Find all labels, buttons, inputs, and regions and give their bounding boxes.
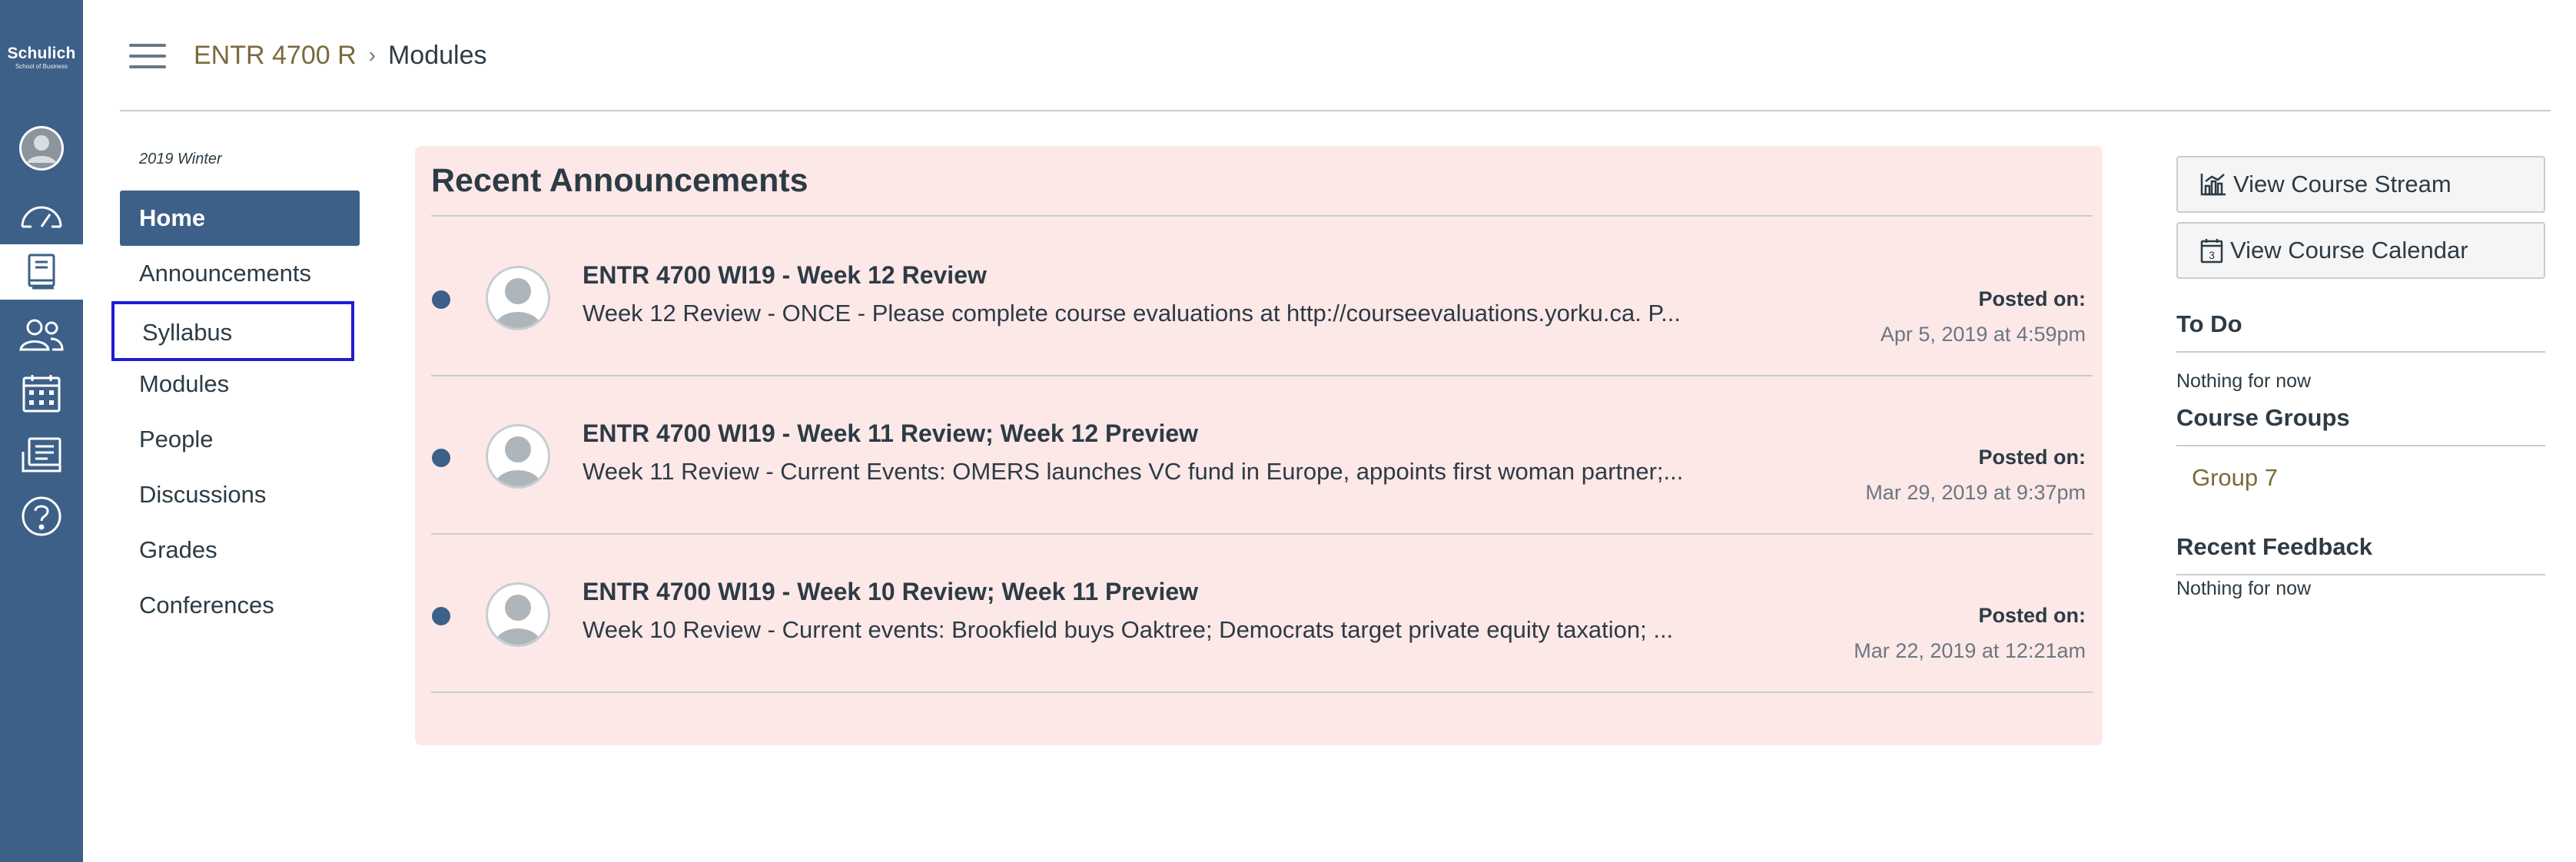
posted-date: Mar 29, 2019 at 9:37pm — [1865, 481, 2086, 504]
global-nav-account[interactable] — [0, 121, 83, 176]
avatar — [486, 424, 550, 489]
global-nav-help[interactable] — [0, 489, 83, 544]
announcement-item[interactable]: ENTR 4700 WI19 - Week 10 Review; Week 11… — [415, 533, 2103, 691]
breadcrumb-current: Modules — [387, 41, 487, 70]
course-nav-syllabus[interactable]: Syllabus — [111, 301, 354, 361]
announcement-item[interactable]: ENTR 4700 WI19 - Week 11 Review; Week 12… — [415, 375, 2103, 533]
announcement-message: Week 11 Review - Current Events: OMERS l… — [583, 458, 1684, 485]
view-course-calendar-label: View Course Calendar — [2230, 237, 2468, 264]
dashboard-icon — [21, 206, 62, 228]
avatar — [486, 582, 550, 647]
course-nav-modules[interactable]: Modules — [120, 356, 360, 412]
course-nav-announcements[interactable]: Announcements — [120, 246, 360, 301]
logo-subtitle: School of Business — [15, 63, 68, 70]
breadcrumb: ENTR 4700 R › Modules — [194, 37, 486, 74]
group-link[interactable]: Group 7 — [2192, 464, 2278, 492]
inbox-icon — [22, 437, 61, 472]
courses-icon — [28, 254, 55, 290]
view-course-stream-button[interactable]: View Course Stream — [2176, 156, 2545, 213]
course-nav-people[interactable]: People — [120, 412, 360, 467]
unread-dot-icon — [432, 449, 450, 467]
calendar-icon: 3 — [2200, 239, 2223, 264]
course-nav-grades[interactable]: Grades — [120, 522, 360, 578]
announcement-title[interactable]: ENTR 4700 WI19 - Week 12 Review — [583, 261, 987, 290]
announcement-divider — [431, 691, 2093, 693]
recent-feedback-heading: Recent Feedback — [2176, 533, 2372, 560]
unread-dot-icon — [432, 290, 450, 309]
announcement-message: Week 10 Review - Current events: Brookfi… — [583, 616, 1674, 643]
global-nav-courses[interactable] — [0, 244, 83, 300]
todo-heading: To Do — [2176, 310, 2242, 337]
announcement-title[interactable]: ENTR 4700 WI19 - Week 10 Review; Week 11… — [583, 578, 1198, 606]
global-nav-inbox[interactable] — [0, 427, 83, 482]
global-nav: Schulich School of Business — [0, 0, 83, 862]
svg-text:3: 3 — [2209, 249, 2215, 261]
view-course-stream-label: View Course Stream — [2233, 171, 2452, 197]
unread-dot-icon — [432, 607, 450, 625]
global-nav-calendar[interactable] — [0, 366, 83, 421]
course-nav-discussions[interactable]: Discussions — [120, 467, 360, 522]
avatar — [486, 266, 550, 330]
announcement-message: Week 12 Review - ONCE - Please complete … — [583, 300, 1681, 327]
recent-feedback-empty-text: Nothing for now — [2176, 578, 2312, 599]
announcement-title[interactable]: ENTR 4700 WI19 - Week 11 Review; Week 12… — [583, 419, 1198, 448]
announcements-heading: Recent Announcements — [431, 162, 808, 199]
course-term: 2019 Winter — [139, 151, 222, 167]
todo-divider — [2176, 351, 2545, 353]
course-nav-home[interactable]: Home — [120, 191, 360, 246]
todo-empty-text: Nothing for now — [2176, 370, 2312, 392]
announcement-item[interactable]: ENTR 4700 WI19 - Week 12 Review Week 12 … — [415, 217, 2103, 375]
breadcrumb-course-link[interactable]: ENTR 4700 R — [194, 37, 357, 74]
global-nav-groups[interactable] — [0, 307, 83, 363]
posted-on-label: Posted on: — [1978, 446, 2086, 469]
logo-name: Schulich — [7, 45, 76, 62]
chart-icon — [2200, 174, 2226, 196]
breadcrumb-separator-icon: › — [368, 43, 376, 67]
account-avatar-icon — [19, 126, 64, 171]
calendar-icon — [22, 375, 61, 413]
course-groups-heading: Course Groups — [2176, 404, 2350, 431]
posted-on-label: Posted on: — [1978, 287, 2086, 310]
groups-icon — [19, 319, 64, 351]
help-icon — [22, 496, 61, 536]
header-divider — [120, 110, 2551, 111]
course-groups-divider — [2176, 445, 2545, 446]
hamburger-menu-icon[interactable] — [129, 42, 166, 70]
posted-date: Apr 5, 2019 at 4:59pm — [1880, 323, 2086, 346]
schulich-logo[interactable]: Schulich School of Business — [0, 45, 83, 71]
posted-on-label: Posted on: — [1978, 604, 2086, 627]
view-course-calendar-button[interactable]: 3 View Course Calendar — [2176, 222, 2545, 279]
posted-date: Mar 22, 2019 at 12:21am — [1854, 639, 2086, 662]
recent-feedback-divider — [2176, 574, 2545, 575]
course-nav-conferences[interactable]: Conferences — [120, 578, 360, 633]
global-nav-dashboard[interactable] — [0, 188, 83, 244]
